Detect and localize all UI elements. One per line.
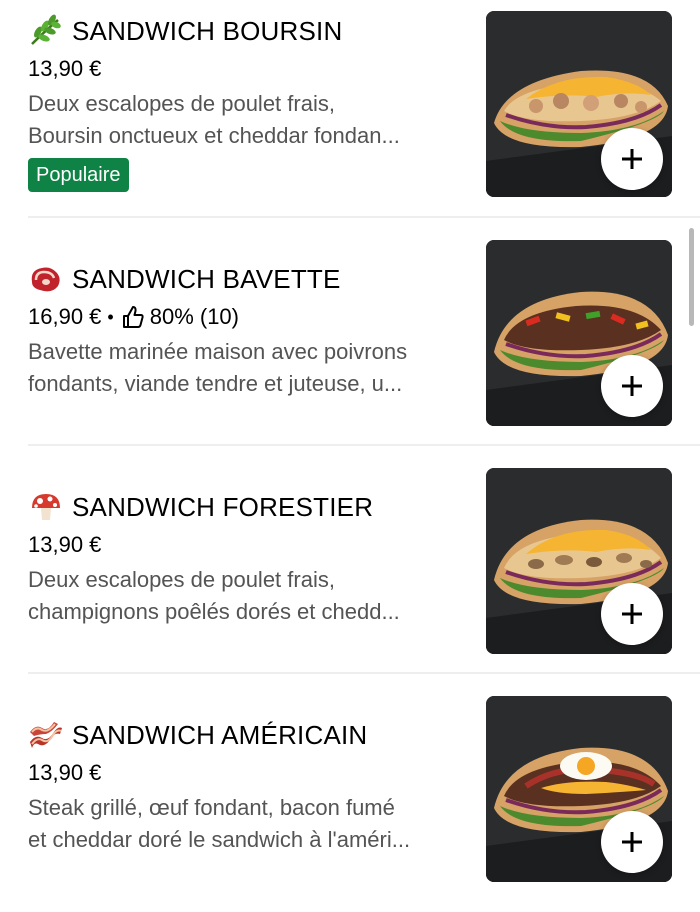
add-to-cart-button[interactable] — [601, 355, 663, 417]
item-title: SANDWICH FORESTIER — [28, 490, 373, 524]
item-title-text: SANDWICH BAVETTE — [72, 263, 341, 294]
item-divider — [28, 216, 700, 218]
item-price: 13,90 € — [28, 760, 102, 785]
menu-item-boursin[interactable]: SANDWICH BOURSIN 13,90 € Deux escalopes … — [0, 0, 700, 228]
item-price-row: 13,90 € — [28, 56, 101, 82]
menu-item-forestier[interactable]: SANDWICH FORESTIER 13,90 € Deux escalope… — [0, 456, 700, 684]
add-to-cart-button[interactable] — [601, 583, 663, 645]
plus-icon — [622, 832, 642, 852]
bacon-icon — [30, 722, 62, 748]
menu-item-bavette[interactable]: SANDWICH BAVETTE 16,90 € • 80% (10) Bave… — [0, 228, 700, 456]
plus-icon — [622, 604, 642, 624]
item-title-text: SANDWICH FORESTIER — [72, 491, 374, 522]
steak-icon — [31, 267, 60, 292]
plus-icon — [622, 149, 642, 169]
item-title-text: SANDWICH BOURSIN — [72, 15, 343, 46]
item-price: 13,90 € — [28, 532, 102, 557]
item-price-row: 13,90 € — [28, 760, 101, 786]
item-price-row: 13,90 € — [28, 532, 101, 558]
thumbs-up-icon — [122, 306, 144, 328]
item-price: 16,90 € — [28, 304, 102, 329]
item-title: SANDWICH BAVETTE — [28, 262, 341, 296]
item-title: SANDWICH BOURSIN — [28, 14, 342, 48]
menu-item-americain[interactable]: SANDWICH AMÉRICAIN 13,90 € Steak grillé,… — [0, 684, 700, 912]
scrollbar[interactable] — [689, 228, 694, 326]
item-description: Deux escalopes de poulet frais, Boursin … — [28, 91, 400, 148]
plus-icon — [622, 376, 642, 396]
item-description: Bavette marinée maison avec poivrons fon… — [28, 339, 408, 396]
item-description: Steak grillé, œuf fondant, bacon fumé et… — [28, 795, 411, 852]
item-title: SANDWICH AMÉRICAIN — [28, 718, 367, 752]
herb-icon — [31, 14, 61, 45]
item-divider — [28, 672, 700, 674]
item-price-row: 16,90 € • 80% (10) — [28, 304, 239, 330]
separator: • — [107, 306, 114, 327]
item-rating: 80% (10) — [149, 304, 239, 329]
item-price: 13,90 € — [28, 56, 102, 81]
popular-badge: Populaire — [28, 158, 129, 192]
mushroom-icon — [32, 494, 60, 520]
item-title-text: SANDWICH AMÉRICAIN — [72, 719, 368, 750]
item-divider — [28, 444, 700, 446]
add-to-cart-button[interactable] — [601, 128, 663, 190]
item-description: Deux escalopes de poulet frais, champign… — [28, 567, 400, 624]
add-to-cart-button[interactable] — [601, 811, 663, 873]
